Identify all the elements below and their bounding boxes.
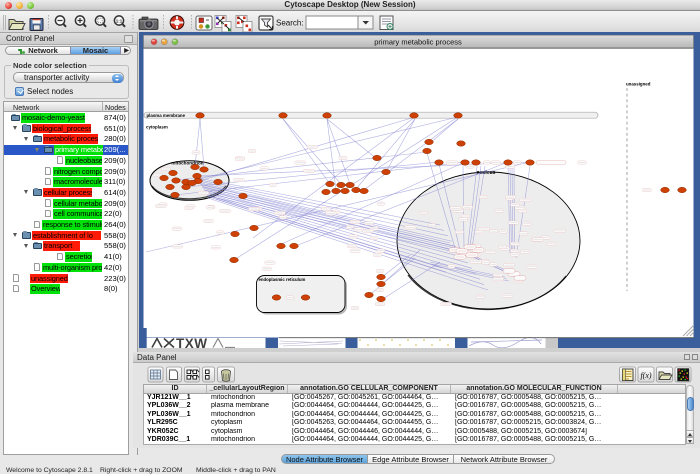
svg-text:endoplasmic reticulum: endoplasmic reticulum <box>259 277 306 282</box>
svg-text:plasma membrane: plasma membrane <box>147 113 186 118</box>
svg-text:f(x): f(x) <box>640 371 651 380</box>
svg-text:mitochondrion: mitochondrion <box>171 161 203 166</box>
svg-text:1:1: 1:1 <box>116 18 123 23</box>
svg-text:cytoplasm: cytoplasm <box>146 125 168 130</box>
svg-text:primary metabolic process: primary metabolic process <box>374 38 462 47</box>
svg-text:Search:: Search: <box>276 19 304 28</box>
svg-text:unassigned: unassigned <box>626 82 651 87</box>
